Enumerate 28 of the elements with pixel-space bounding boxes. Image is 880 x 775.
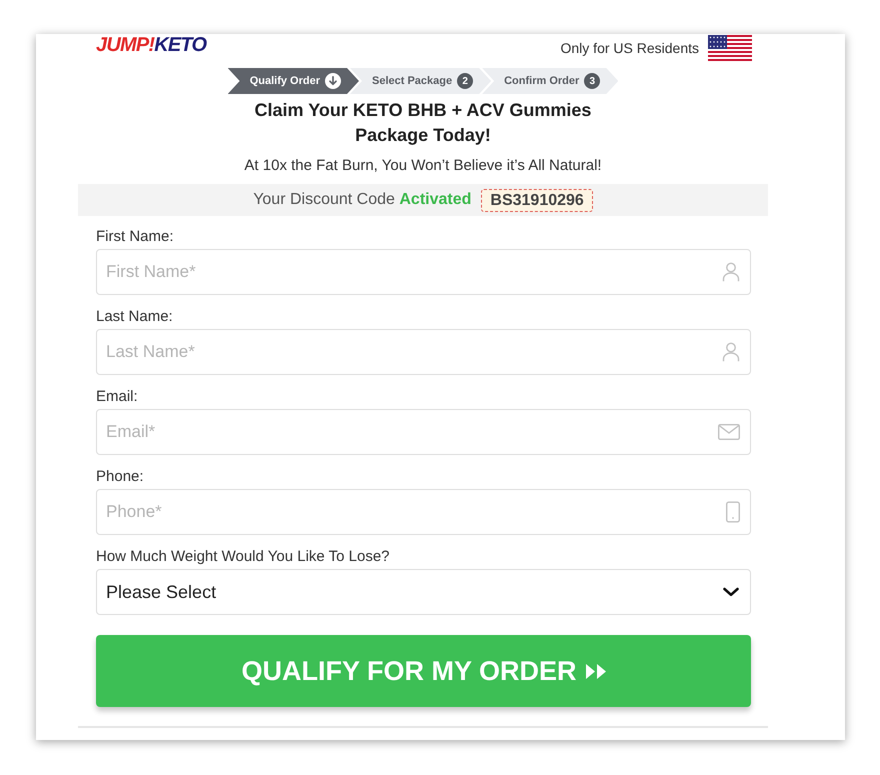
step-number: 2 [457, 73, 474, 89]
residency-note: Only for US Residents [560, 40, 699, 56]
discount-message: Your Discount Code Activated [253, 191, 472, 209]
headline: Claim Your KETO BHB + ACV Gummies Package Today! [254, 99, 592, 147]
step-number: 3 [584, 73, 600, 89]
person-icon [722, 262, 740, 282]
name-input-field[interactable]: First Name* [96, 249, 751, 295]
double-arrow-icon [586, 664, 606, 678]
chevron-down-icon [723, 588, 739, 596]
field-label: Last Name: [96, 307, 174, 327]
discount-code: BS31910296 [481, 188, 593, 212]
step-label: Confirm Order [504, 75, 580, 87]
phone-icon [726, 502, 740, 522]
brand-logo: JUMP!KETO [96, 34, 206, 56]
name-input-field[interactable]: Last Name* [96, 329, 751, 375]
subheadline: At 10x the Fat Burn, You Won’t Believe it’s All Natural! [243, 156, 603, 176]
arrow-down-circle-icon [324, 73, 341, 89]
step-label: Select Package [372, 75, 452, 87]
person-icon [722, 342, 740, 362]
field-label: How Much Weight Would You Like To Lose? [96, 547, 391, 567]
envelope-icon [718, 424, 740, 440]
step-label: Qualify Order [250, 75, 320, 87]
dropdown-select[interactable]: Please Select [96, 569, 751, 615]
email-input-field[interactable]: Email* [96, 409, 751, 455]
field-label: First Name: [96, 227, 175, 247]
phone-input-field[interactable]: Phone* [96, 489, 751, 535]
field-label: Email: [96, 387, 139, 407]
field-label: Phone: [96, 467, 145, 487]
